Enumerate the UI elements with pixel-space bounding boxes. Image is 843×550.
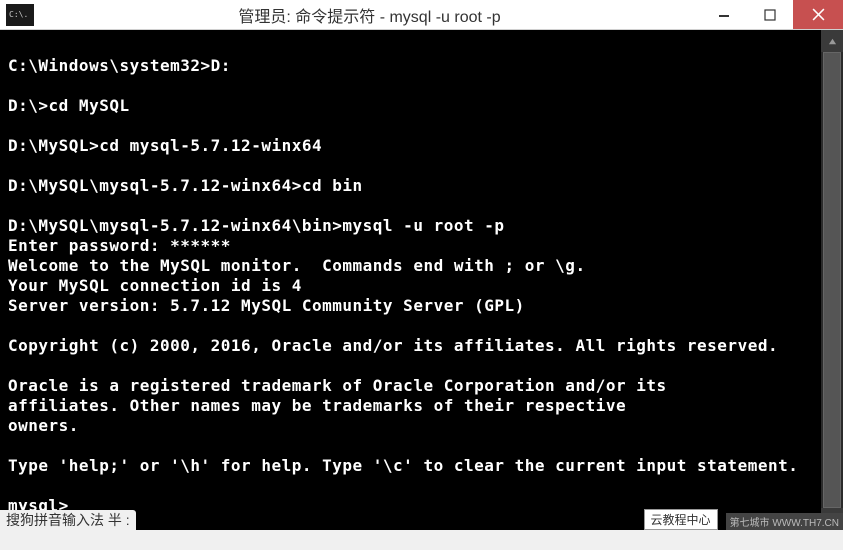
window-controls: [701, 0, 843, 29]
titlebar: C:\. 管理员: 命令提示符 - mysql -u root -p: [0, 0, 843, 30]
watermark-center: 云教程中心: [644, 509, 718, 530]
terminal-line: Server version: 5.7.12 MySQL Community S…: [8, 296, 843, 316]
app-icon-glyph: C:\.: [9, 10, 28, 19]
watermark-site: 第七城市 WWW.TH7.CN: [726, 513, 843, 530]
terminal-line: affiliates. Other names may be trademark…: [8, 396, 843, 416]
scrollbar-thumb[interactable]: [823, 52, 841, 508]
terminal-line: C:\Windows\system32>D:: [8, 56, 843, 76]
terminal-line: [8, 196, 843, 216]
ime-status: 搜狗拼音输入法 半 :: [0, 510, 136, 530]
terminal-line: D:\>cd MySQL: [8, 96, 843, 116]
terminal-line: Type 'help;' or '\h' for help. Type '\c'…: [8, 456, 843, 476]
terminal-line: [8, 316, 843, 336]
terminal-line: D:\MySQL\mysql-5.7.12-winx64>cd bin: [8, 176, 843, 196]
terminal-line: Copyright (c) 2000, 2016, Oracle and/or …: [8, 336, 843, 356]
terminal-line: [8, 156, 843, 176]
scrollbar-up-icon[interactable]: [821, 30, 843, 52]
terminal-line: [8, 116, 843, 136]
terminal-line: owners.: [8, 416, 843, 436]
ime-text: 搜狗拼音输入法 半 :: [6, 510, 130, 530]
scrollbar[interactable]: [821, 30, 843, 530]
terminal-line: [8, 356, 843, 376]
terminal-line: D:\MySQL\mysql-5.7.12-winx64\bin>mysql -…: [8, 216, 843, 236]
terminal-line: Your MySQL connection id is 4: [8, 276, 843, 296]
terminal-line: Enter password: ******: [8, 236, 843, 256]
minimize-button[interactable]: [701, 0, 747, 29]
terminal-line: D:\MySQL>cd mysql-5.7.12-winx64: [8, 136, 843, 156]
maximize-button[interactable]: [747, 0, 793, 29]
terminal-line: Oracle is a registered trademark of Orac…: [8, 376, 843, 396]
close-button[interactable]: [793, 0, 843, 29]
terminal-line: [8, 476, 843, 496]
terminal-line: [8, 76, 843, 96]
app-icon: C:\.: [6, 4, 34, 26]
terminal-line: [8, 436, 843, 456]
watermark-group: 云教程中心 第七城市 WWW.TH7.CN: [644, 510, 843, 530]
terminal-line: [8, 36, 843, 56]
terminal-line: Welcome to the MySQL monitor. Commands e…: [8, 256, 843, 276]
terminal-output[interactable]: C:\Windows\system32>D: D:\>cd MySQL D:\MyS…: [0, 30, 843, 530]
terminal-container: C:\Windows\system32>D: D:\>cd MySQL D:\MyS…: [0, 30, 843, 530]
window-title: 管理员: 命令提示符 - mysql -u root -p: [38, 3, 701, 27]
